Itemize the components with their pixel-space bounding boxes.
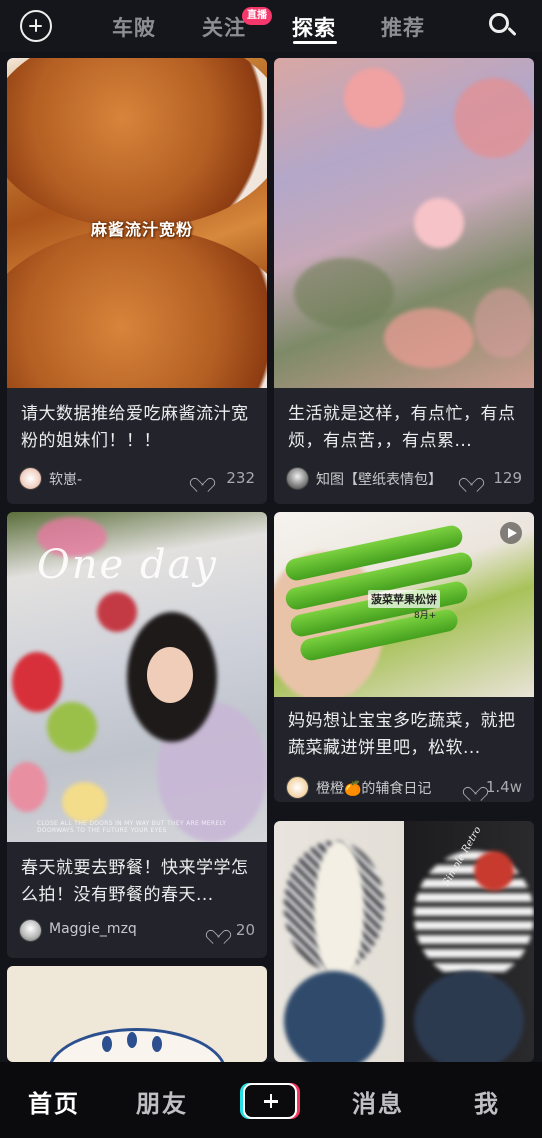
avatar[interactable] [286,776,309,799]
live-badge: 直播 [242,7,272,25]
card-thumbnail: 菠菜苹果松饼 8月+ [274,512,534,697]
like-count: 20 [235,921,255,939]
heart-icon[interactable] [194,472,209,486]
create-button[interactable] [243,1083,297,1119]
nav-me[interactable]: 我 [474,1084,500,1119]
feed-card[interactable]: 生活就是这样，有点忙，有点烦，有点苦，，有点累... 知图【壁纸表情包】 129 [274,58,534,504]
feed-card[interactable]: Simple Retro [274,821,534,1062]
card-caption: 生活就是这样，有点忙，有点烦，有点苦，，有点累... [288,404,516,451]
feed-card[interactable]: 菠菜苹果松饼 8月+ 妈妈想让宝宝多吃蔬菜，就把蔬菜藏进饼里吧，松软... 橙橙… [274,512,534,802]
search-icon[interactable] [488,12,518,42]
bottom-nav-bar: 首页 朋友 消息 我 [0,1062,542,1138]
like-count: 232 [226,469,255,487]
top-nav-bar: 车陂 关注 直播 探索 推荐 [0,0,542,52]
card-thumbnail: One day CLOSE ALL THE DOORS IN MY WAY BU… [7,512,267,842]
card-thumbnail: 麻酱流汁宽粉 [7,58,267,388]
thumbnail-fine-print: CLOSE ALL THE DOORS IN MY WAY BUT THEY A… [37,820,227,834]
card-meta: 软崽- 232 [19,467,255,491]
avatar[interactable] [19,919,42,942]
tab-following[interactable]: 关注 [202,12,246,42]
like-count: 1.4w [485,778,522,796]
heart-icon[interactable] [463,472,478,486]
author-name[interactable]: 橙橙🍊的辅食日记 [316,778,431,798]
author-name[interactable]: Maggie_mzq [49,921,137,937]
card-thumbnail [274,58,534,388]
card-thumbnail [7,966,267,1062]
card-caption: 春天就要去野餐！快来学学怎么拍！没有野餐的春天... [21,858,249,905]
nav-friends[interactable]: 朋友 [136,1084,188,1119]
card-caption: 请大数据推给爱吃麻酱流汁宽粉的姐妹们！！！ [21,404,249,451]
active-tab-indicator [293,41,337,44]
thumbnail-overlay-text: 菠菜苹果松饼 [368,590,440,608]
card-thumbnail: Simple Retro [274,821,534,1062]
card-caption: 妈妈想让宝宝多吃蔬菜，就把蔬菜藏进饼里吧，松软... [288,711,516,758]
video-play-icon [500,522,522,544]
tab-explore[interactable]: 探索 [292,12,336,42]
card-meta: 知图【壁纸表情包】 129 [286,467,522,491]
tab-recommend[interactable]: 推荐 [381,12,425,42]
thumbnail-overlay-text: One day [37,542,218,588]
avatar[interactable] [19,467,42,490]
nav-messages[interactable]: 消息 [352,1084,404,1119]
card-meta: 橙橙🍊的辅食日记 1.4w [286,776,522,800]
author-name[interactable]: 知图【壁纸表情包】 [316,469,442,489]
feed-card[interactable] [7,966,267,1062]
feed-card[interactable]: 麻酱流汁宽粉 请大数据推给爱吃麻酱流汁宽粉的姐妹们！！！ 软崽- 232 [7,58,267,504]
thumbnail-overlay-subtext: 8月+ [414,611,437,621]
thumbnail-overlay-text: 麻酱流汁宽粉 [91,220,194,239]
plus-icon-vertical [269,1094,273,1109]
feed-card[interactable]: One day CLOSE ALL THE DOORS IN MY WAY BU… [7,512,267,958]
avatar[interactable] [286,467,309,490]
heart-icon[interactable] [210,924,225,938]
author-name[interactable]: 软崽- [49,469,82,489]
plus-circle-icon[interactable] [20,10,52,42]
card-meta: Maggie_mzq 20 [19,919,255,943]
like-count: 129 [493,469,522,487]
tab-location[interactable]: 车陂 [112,12,156,42]
nav-home[interactable]: 首页 [28,1084,80,1119]
heart-icon[interactable] [467,781,482,795]
